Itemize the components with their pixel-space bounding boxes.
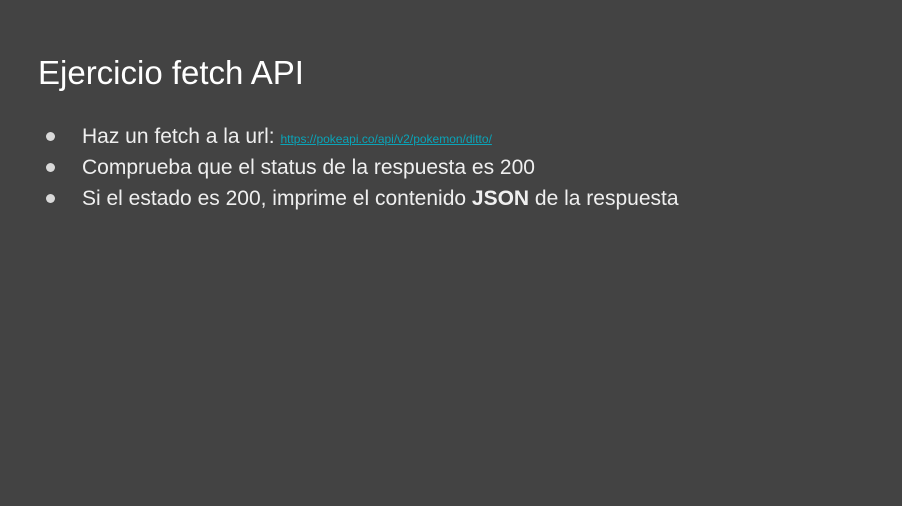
bullet-list: Haz un fetch a la url: https://pokeapi.c… [46,121,679,214]
bullet-dot-icon [46,194,55,203]
bullet-dot-icon [46,132,55,141]
bullet-text: Haz un fetch a la url: [82,125,281,148]
slide-title: Ejercicio fetch API [38,54,304,91]
bullet-text-after: de la respuesta [529,187,679,210]
slide: Ejercicio fetch API Haz un fetch a la ur… [0,0,902,506]
pokeapi-link[interactable]: https://pokeapi.co/api/v2/pokemon/ditto/ [280,132,491,146]
bullet-text: Comprueba que el status de la respuesta … [82,156,535,179]
bullet-item-json: Si el estado es 200, imprime el contenid… [46,183,679,214]
bullet-item-fetch: Haz un fetch a la url: https://pokeapi.c… [46,121,679,152]
bullet-dot-icon [46,163,55,172]
bullet-item-status: Comprueba que el status de la respuesta … [46,152,679,183]
bullet-text-bold: JSON [471,187,530,210]
bullet-text-before: Si el estado es 200, imprime el contenid… [82,187,472,210]
